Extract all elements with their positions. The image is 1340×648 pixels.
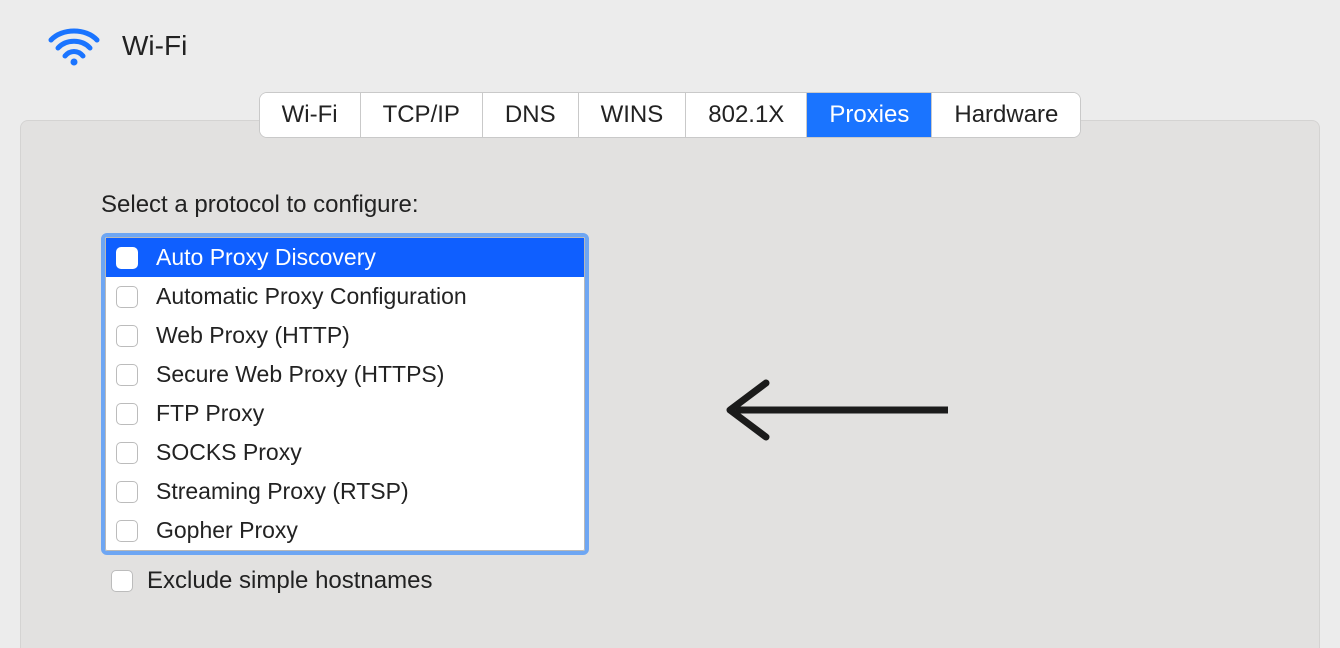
tab-wins[interactable]: WINS: [579, 93, 687, 137]
page-title: Wi-Fi: [122, 30, 187, 62]
protocol-checkbox[interactable]: [116, 442, 138, 464]
protocol-item-label: Secure Web Proxy (HTTPS): [156, 361, 444, 388]
arrow-annotation-icon: [716, 375, 956, 450]
tab-bar: Wi-Fi TCP/IP DNS WINS 802.1X Proxies Har…: [0, 92, 1340, 138]
protocol-checkbox[interactable]: [116, 520, 138, 542]
protocol-item-http[interactable]: Web Proxy (HTTP): [106, 316, 584, 355]
protocol-item-label: SOCKS Proxy: [156, 439, 302, 466]
tab-wifi[interactable]: Wi-Fi: [260, 93, 361, 137]
protocol-checkbox[interactable]: [116, 481, 138, 503]
protocol-checkbox[interactable]: [116, 364, 138, 386]
exclude-label: Exclude simple hostnames: [147, 567, 432, 595]
protocol-checkbox[interactable]: [116, 247, 138, 269]
protocol-item-label: FTP Proxy: [156, 400, 264, 427]
exclude-checkbox[interactable]: [111, 570, 133, 592]
protocol-item-rtsp[interactable]: Streaming Proxy (RTSP): [106, 472, 584, 511]
protocol-checkbox[interactable]: [116, 403, 138, 425]
protocol-item-gopher[interactable]: Gopher Proxy: [106, 511, 584, 550]
protocol-item-label: Automatic Proxy Configuration: [156, 283, 467, 310]
protocol-item-label: Web Proxy (HTTP): [156, 322, 350, 349]
protocol-item-ftp[interactable]: FTP Proxy: [106, 394, 584, 433]
header: Wi-Fi: [0, 0, 1340, 92]
protocol-listbox[interactable]: Auto Proxy Discovery Automatic Proxy Con…: [101, 233, 589, 555]
wifi-icon: [46, 24, 102, 68]
protocol-item-https[interactable]: Secure Web Proxy (HTTPS): [106, 355, 584, 394]
tab-hardware[interactable]: Hardware: [932, 93, 1080, 137]
exclude-row: Exclude simple hostnames: [101, 567, 1239, 595]
protocol-item-auto-config[interactable]: Automatic Proxy Configuration: [106, 277, 584, 316]
protocol-item-socks[interactable]: SOCKS Proxy: [106, 433, 584, 472]
protocol-listbox-inner: Auto Proxy Discovery Automatic Proxy Con…: [105, 237, 585, 551]
tab-dns[interactable]: DNS: [483, 93, 579, 137]
protocol-item-label: Streaming Proxy (RTSP): [156, 478, 409, 505]
protocol-checkbox[interactable]: [116, 325, 138, 347]
tab-8021x[interactable]: 802.1X: [686, 93, 807, 137]
protocol-item-label: Gopher Proxy: [156, 517, 298, 544]
protocol-checkbox[interactable]: [116, 286, 138, 308]
protocol-item-auto-discovery[interactable]: Auto Proxy Discovery: [106, 238, 584, 277]
protocol-item-label: Auto Proxy Discovery: [156, 244, 376, 271]
protocol-section-label: Select a protocol to configure:: [101, 191, 1239, 219]
tabs-container: Wi-Fi TCP/IP DNS WINS 802.1X Proxies Har…: [259, 92, 1082, 138]
tab-tcpip[interactable]: TCP/IP: [361, 93, 483, 137]
tab-proxies[interactable]: Proxies: [807, 93, 932, 137]
settings-panel: Select a protocol to configure: Auto Pro…: [20, 120, 1320, 648]
